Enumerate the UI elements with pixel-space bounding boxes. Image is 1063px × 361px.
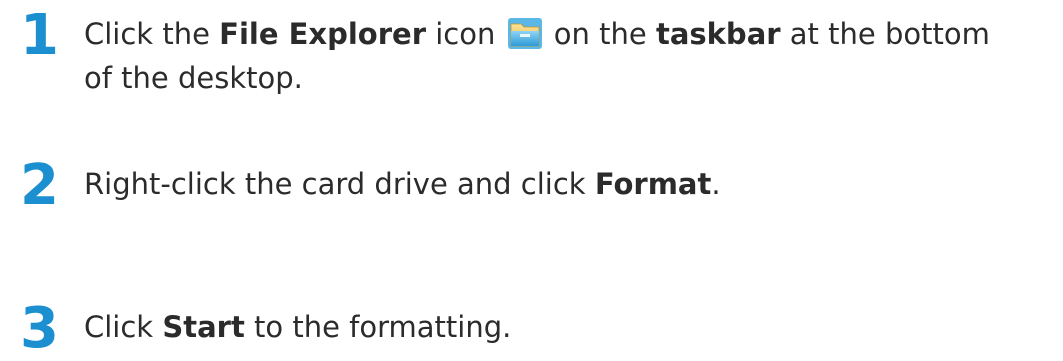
instruction-text: Click: [84, 310, 163, 344]
instruction-text: icon: [426, 17, 505, 51]
instruction-bold-text: Start: [162, 310, 245, 344]
instruction-bold-text: File Explorer: [219, 17, 427, 51]
step-number: 3: [20, 296, 59, 361]
step-instruction: Right-click the card drive and click For…: [84, 162, 1059, 206]
step-number: 2: [20, 153, 59, 218]
instruction-bold-text: taskbar: [655, 17, 781, 51]
instruction-text: at the bottom: [780, 17, 990, 51]
instruction-text: to the formatting.: [244, 310, 512, 344]
step-instruction: Click the File Explorer icon on the task…: [84, 12, 1059, 100]
instruction-text: Click the: [84, 17, 220, 51]
step-instruction: Click Start to the formatting.: [84, 305, 1059, 349]
file-explorer-icon: [507, 16, 543, 50]
instruction-bold-text: Format: [594, 167, 712, 201]
instruction-text: Right-click the card drive and click: [84, 167, 595, 201]
instruction-text: .: [711, 167, 721, 201]
instruction-text: on the: [544, 17, 656, 51]
step-number: 1: [20, 3, 59, 68]
instruction-text: of the desktop.: [84, 61, 303, 95]
